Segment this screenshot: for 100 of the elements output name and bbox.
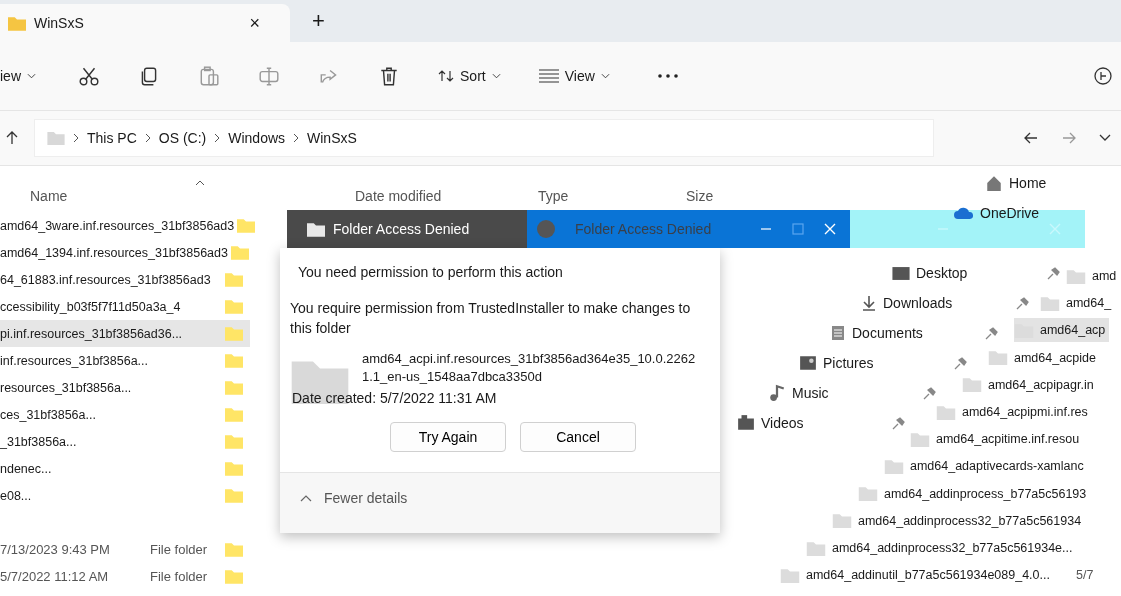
file-row[interactable]: ndenec... <box>0 455 250 482</box>
sort-arrows-icon <box>438 68 454 84</box>
pin-icon[interactable] <box>984 325 1000 341</box>
file-row[interactable]: 64_61883.inf.resources_31bf3856ad3 <box>0 266 250 293</box>
pin-icon[interactable] <box>922 385 938 401</box>
file-row[interactable]: resources_31bf3856a... <box>0 374 250 401</box>
paste-icon[interactable] <box>198 65 220 87</box>
chevron-down-icon <box>27 73 36 79</box>
folder-icon <box>858 486 878 502</box>
column-header[interactable]: Date modified <box>355 188 442 204</box>
nav-item[interactable]: Downloads <box>861 292 1031 314</box>
file-row[interactable]: pi.inf.resources_31bf3856ad36... <box>0 320 250 347</box>
folder-icon <box>225 434 243 449</box>
folder-icon <box>47 131 65 145</box>
breadcrumb-item[interactable]: This PC <box>87 130 137 146</box>
nav-item[interactable]: Videos <box>737 412 907 434</box>
sort-button[interactable]: Sort <box>438 68 501 84</box>
folder-icon <box>230 245 249 260</box>
pin-icon[interactable] <box>953 355 969 371</box>
nav-label: Pictures <box>823 355 875 371</box>
file-name: resources_31bf3856a... <box>0 380 133 395</box>
file-row[interactable]: amd64_adaptivecards-xamlanc <box>884 454 1088 479</box>
file-row[interactable]: amd64_acp <box>1014 318 1110 343</box>
folder-icon <box>225 461 243 476</box>
folder-icon <box>225 299 243 314</box>
pin-icon[interactable] <box>1015 295 1031 311</box>
column-header[interactable]: Type <box>538 188 569 204</box>
chevron-right-icon <box>144 133 151 143</box>
file-row[interactable]: amd64_acpipmi.inf.res <box>936 400 1092 424</box>
nav-item[interactable]: Pictures <box>799 352 969 374</box>
forward-arrow-icon[interactable] <box>1061 130 1077 146</box>
file-row[interactable]: amd64_3ware.inf.resources_31bf3856ad3 <box>0 212 256 239</box>
breadcrumb-item[interactable]: WinSxS <box>307 130 357 146</box>
back-arrow-icon[interactable] <box>1023 130 1039 146</box>
file-row[interactable]: amd64_acpide <box>988 345 1100 370</box>
file-date: 5/7/2022 11:12 AM <box>0 569 110 584</box>
breadcrumb-item[interactable]: Windows <box>228 130 286 146</box>
file-name: amd64_1394.inf.resources_31bf3856ad3 <box>0 245 228 260</box>
file-name: amd64_addinprocess32_b77a5c561934e... <box>832 541 1073 555</box>
file-row[interactable]: amd64_addinprocess32_b77a5c561934e... <box>806 536 1077 560</box>
dialog-title: Folder Access Denied <box>575 221 713 237</box>
file-row[interactable]: amd64_acpitime.inf.resou <box>910 427 1084 452</box>
folder-icon <box>1066 268 1086 284</box>
window-tab[interactable]: WinSxS × <box>0 4 290 42</box>
download-icon <box>861 295 877 311</box>
new-button[interactable]: iew <box>0 68 36 84</box>
file-row[interactable]: ces_31bf3856a... <box>0 401 250 428</box>
file-row[interactable]: 7/13/2023 9:43 PM File folder <box>0 536 250 563</box>
breadcrumb-item[interactable]: OS (C:) <box>158 130 207 146</box>
up-arrow-icon[interactable] <box>4 130 20 146</box>
file-row[interactable]: inf.resources_31bf3856a... <box>0 347 250 374</box>
file-row[interactable]: amd <box>1066 264 1121 288</box>
nav-item[interactable]: Desktop <box>892 262 1062 284</box>
chevron-down-icon[interactable] <box>1099 134 1111 142</box>
nav-item[interactable]: Documents <box>830 322 1000 344</box>
pin-icon[interactable] <box>891 415 907 431</box>
rename-icon[interactable] <box>258 65 280 87</box>
cut-icon[interactable] <box>78 65 100 87</box>
folder-icon <box>225 488 243 503</box>
nav-item[interactable]: Home <box>985 172 1121 194</box>
column-header[interactable]: Name <box>30 188 68 204</box>
fewer-details-toggle[interactable]: Fewer details <box>300 490 408 506</box>
file-row[interactable]: amd64_acpipagr.in <box>962 372 1098 397</box>
nav-item[interactable]: OneDrive <box>954 202 1121 224</box>
file-name: ces_31bf3856a... <box>0 407 97 422</box>
file-name: e08... <box>0 488 33 503</box>
folder-icon <box>988 350 1008 366</box>
delete-icon[interactable] <box>378 65 400 87</box>
file-name: amd64_acpide <box>1014 350 1096 365</box>
file-row[interactable]: amd64_addinutil_b77a5c561934e089_4.0... 5/7 <box>780 563 1098 588</box>
view-button[interactable]: View <box>538 68 610 84</box>
cancel-button[interactable]: Cancel <box>520 422 636 452</box>
address-bar[interactable]: This PC OS (C:) Windows WinSxS <box>34 119 934 157</box>
new-tab-button[interactable]: + <box>312 8 325 34</box>
file-row[interactable]: e08... <box>0 482 250 509</box>
folder-icon <box>225 380 243 395</box>
chevron-up-icon <box>300 494 312 502</box>
file-name: inf.resources_31bf3856a... <box>0 353 150 368</box>
file-row[interactable]: _31bf3856a... <box>0 428 250 455</box>
nav-item[interactable]: Music <box>768 382 938 404</box>
folder-icon <box>307 221 325 237</box>
column-header[interactable]: Size <box>686 188 714 204</box>
details-pane-icon[interactable] <box>1093 66 1113 86</box>
folder-icon <box>884 458 904 474</box>
file-name: amd64_adaptivecards-xamlanc <box>910 459 1084 474</box>
file-row[interactable]: amd64_addinprocess_b77a5c56193 <box>858 481 1091 506</box>
desktop-icon <box>892 265 910 281</box>
close-tab-button[interactable]: × <box>249 12 260 34</box>
file-row[interactable]: 5/7/2022 11:12 AM File folder <box>0 563 250 590</box>
picture-icon <box>799 354 817 372</box>
more-options-icon[interactable] <box>657 74 678 78</box>
pin-icon[interactable] <box>1046 265 1062 281</box>
file-name: 64_61883.inf.resources_31bf3856ad3 <box>0 272 212 287</box>
file-row[interactable]: amd64_1394.inf.resources_31bf3856ad3 <box>0 239 250 266</box>
file-row[interactable]: amd64_ <box>1040 291 1116 316</box>
file-name: amd64_acpitime.inf.resou <box>936 432 1080 447</box>
try-again-button[interactable]: Try Again <box>390 422 506 452</box>
file-row[interactable]: ccessibility_b03f5f7f11d50a3a_4 <box>0 293 250 320</box>
file-row[interactable]: amd64_addinprocess32_b77a5c561934 <box>832 508 1086 533</box>
file-name: amd64_ <box>1066 296 1112 311</box>
